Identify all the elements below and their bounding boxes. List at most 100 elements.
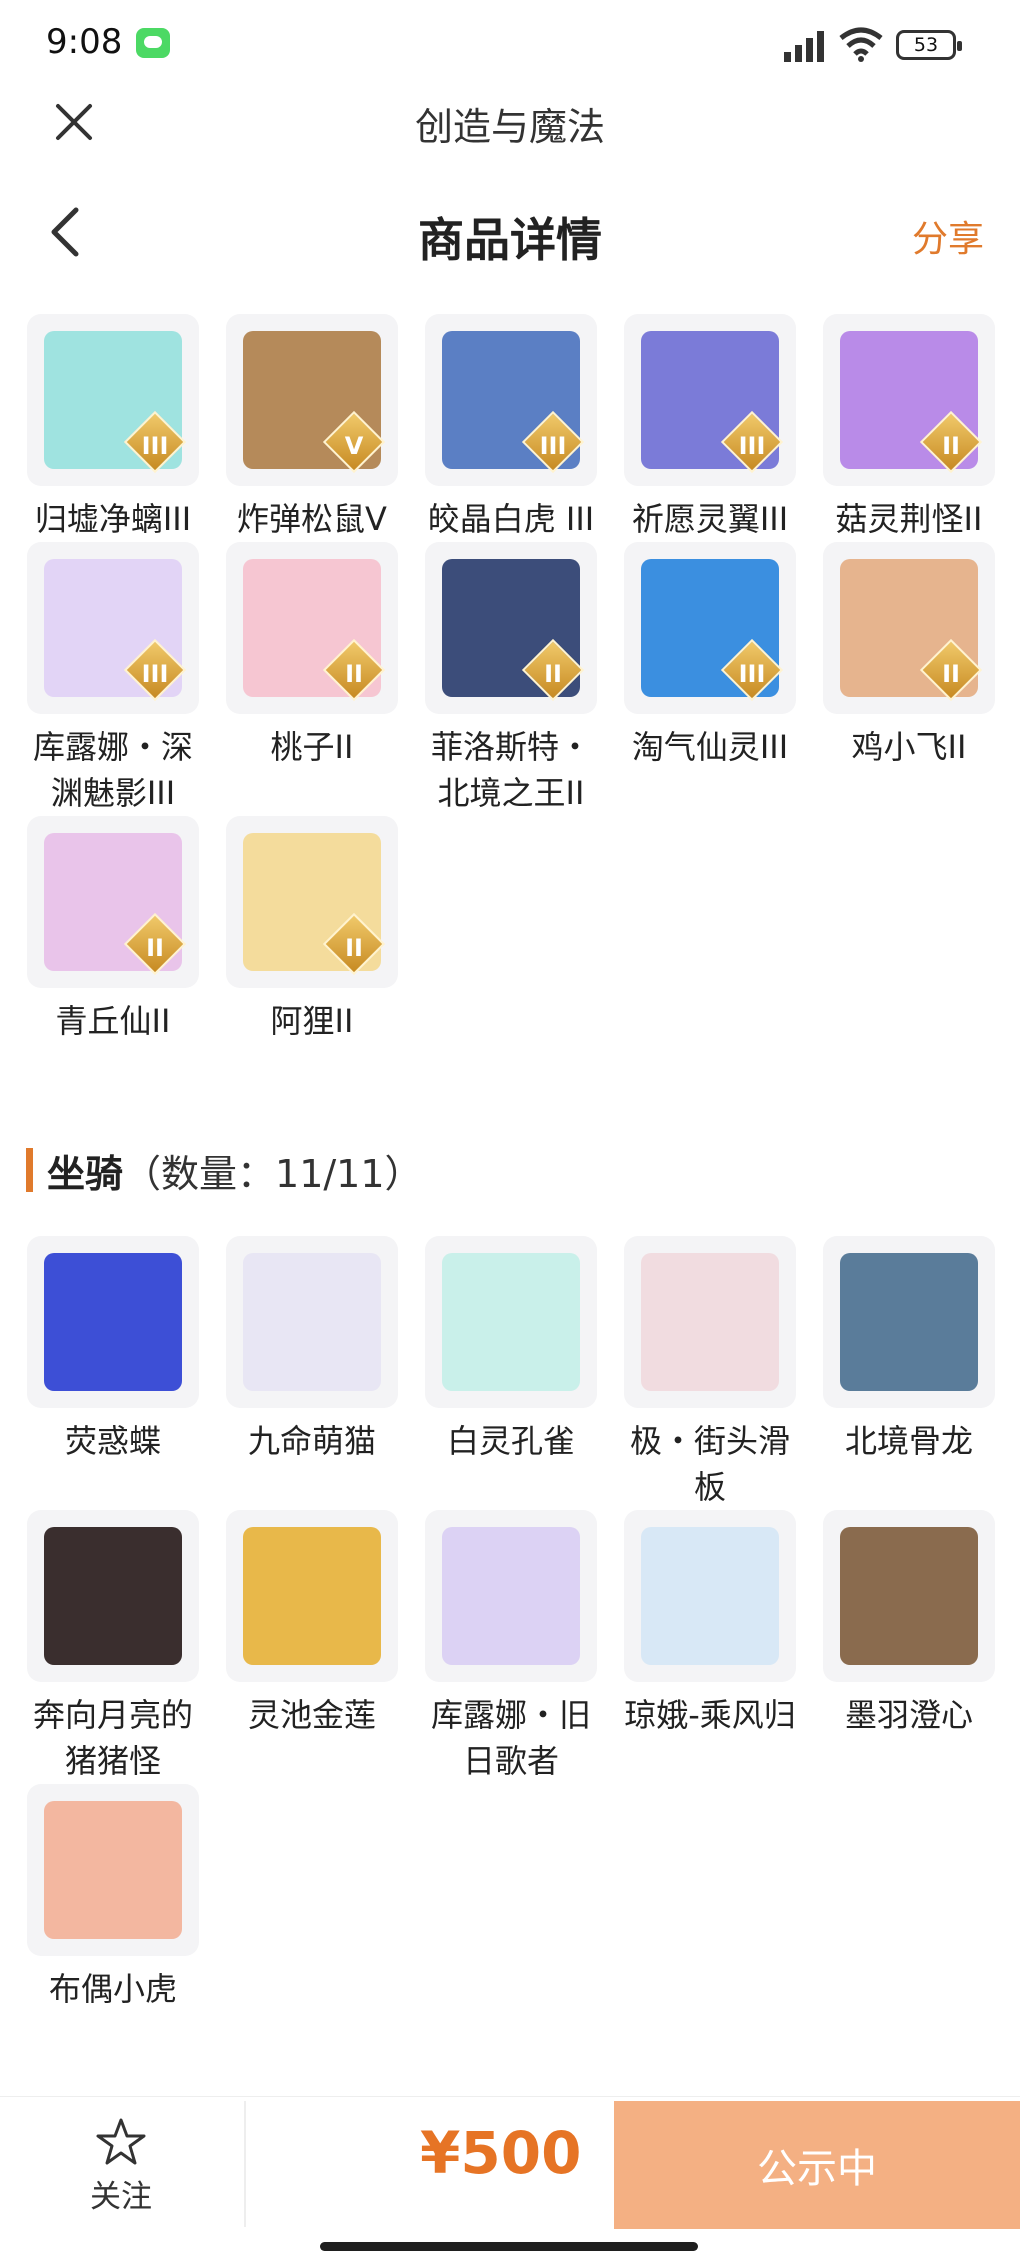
pet-item[interactable]: II 桃子II	[226, 542, 398, 816]
mount-item[interactable]: 极・街头滑板	[624, 1236, 796, 1510]
mount-thumbnail	[624, 1510, 796, 1682]
mount-name: 奔向月亮的猪猪怪	[32, 1696, 193, 1780]
rank-badge-text: II	[345, 660, 363, 688]
status-bar: 9:08 53	[0, 0, 1020, 88]
rank-badge-text: III	[141, 660, 169, 688]
mount-thumbnail	[425, 1510, 597, 1682]
pet-thumbnail: V	[226, 314, 398, 486]
rank-badge-text: II	[544, 660, 562, 688]
pet-item[interactable]: II 菲洛斯特・北境之王II	[425, 542, 597, 816]
pet-thumbnail: III	[27, 314, 199, 486]
star-icon	[96, 2118, 146, 2165]
pet-grid: III 归墟净螭III V 炸弹松鼠Ⅴ III 皎晶白虎 III III 祈愿灵…	[27, 314, 1007, 1044]
pet-thumbnail: II	[27, 816, 199, 988]
pet-thumbnail: III	[425, 314, 597, 486]
mount-image	[442, 1527, 580, 1665]
pet-thumbnail: II	[226, 542, 398, 714]
mount-item[interactable]: 九命萌猫	[226, 1236, 398, 1510]
mount-image	[641, 1527, 779, 1665]
mount-image	[243, 1527, 381, 1665]
price: ¥500	[420, 2119, 582, 2187]
mount-item[interactable]: 北境骨龙	[823, 1236, 995, 1510]
signal-icon	[784, 31, 824, 62]
app-title: 创造与魔法	[414, 105, 605, 149]
bottom-action-bar: 关注 ¥500 公示中	[0, 2096, 1020, 2229]
pet-thumbnail: II	[823, 542, 995, 714]
pet-thumbnail: II	[226, 816, 398, 988]
pet-thumbnail: II	[823, 314, 995, 486]
pet-name: 库露娜・深渊魅影III	[32, 728, 193, 812]
page-header: 商品详情 分享	[0, 190, 1020, 274]
mount-name: 布偶小虎	[48, 1970, 177, 2008]
follow-button[interactable]: 关注	[56, 2117, 186, 2216]
pet-name: 祈愿灵翼III	[631, 500, 789, 538]
pet-thumbnail: III	[624, 314, 796, 486]
follow-label: 关注	[90, 2179, 152, 2215]
mount-item[interactable]: 布偶小虎	[27, 1784, 199, 2012]
rank-badge-text: III	[738, 660, 766, 688]
pet-name: 阿狸II	[270, 1002, 354, 1040]
mount-thumbnail	[226, 1236, 398, 1408]
pet-item[interactable]: III 库露娜・深渊魅影III	[27, 542, 199, 816]
mount-name: 琼娥-乘风归	[624, 1696, 796, 1734]
mount-name: 极・街头滑板	[629, 1422, 790, 1506]
mount-image	[44, 1801, 182, 1939]
pet-item[interactable]: II 鸡小飞II	[823, 542, 995, 816]
mount-item[interactable]: 墨羽澄心	[823, 1510, 995, 1784]
app-bar: 创造与魔法	[0, 88, 1020, 150]
section-title: 坐骑	[47, 1151, 124, 1196]
mount-name: 荧惑蝶	[64, 1422, 161, 1460]
home-indicator	[320, 2242, 698, 2251]
mount-thumbnail	[27, 1510, 199, 1682]
mount-item[interactable]: 琼娥-乘风归	[624, 1510, 796, 1784]
mount-item[interactable]: 白灵孔雀	[425, 1236, 597, 1510]
pet-item[interactable]: III 归墟净螭III	[27, 314, 199, 542]
pet-item[interactable]: II 阿狸II	[226, 816, 398, 1044]
message-notification-icon	[136, 28, 170, 58]
pet-item[interactable]: V 炸弹松鼠Ⅴ	[226, 314, 398, 542]
divider	[244, 2101, 246, 2227]
mount-item[interactable]: 奔向月亮的猪猪怪	[27, 1510, 199, 1784]
status-time: 9:08	[46, 22, 123, 62]
pet-thumbnail: II	[425, 542, 597, 714]
mount-thumbnail	[27, 1784, 199, 1956]
pet-thumbnail: III	[27, 542, 199, 714]
mount-name: 库露娜・旧日歌者	[430, 1696, 591, 1780]
mount-image	[44, 1253, 182, 1391]
mounts-section-header: 坐骑 （数量：11/11）	[26, 1145, 423, 1196]
mount-image	[840, 1253, 978, 1391]
pet-item[interactable]: III 淘气仙灵III	[624, 542, 796, 816]
section-accent-bar	[26, 1148, 33, 1192]
pet-name: 青丘仙II	[55, 1002, 171, 1040]
mount-image	[243, 1253, 381, 1391]
mount-thumbnail	[27, 1236, 199, 1408]
pet-name: 菲洛斯特・北境之王II	[430, 728, 591, 812]
mount-item[interactable]: 灵池金莲	[226, 1510, 398, 1784]
pet-name: 鸡小飞II	[851, 728, 967, 766]
mount-image	[641, 1253, 779, 1391]
mount-item[interactable]: 荧惑蝶	[27, 1236, 199, 1510]
mount-name: 北境骨龙	[844, 1422, 973, 1460]
pet-item[interactable]: III 皎晶白虎 III	[425, 314, 597, 542]
pet-item[interactable]: II 菇灵荆怪II	[823, 314, 995, 542]
rank-badge-text: III	[738, 432, 766, 460]
rank-badge-text: II	[345, 934, 363, 962]
rank-badge-text: III	[539, 432, 567, 460]
rank-badge-text: V	[344, 432, 364, 460]
mount-name: 墨羽澄心	[844, 1696, 973, 1734]
share-button[interactable]: 分享	[912, 210, 984, 262]
page-title: 商品详情	[418, 213, 602, 267]
publicity-status-button[interactable]: 公示中	[614, 2101, 1020, 2229]
mount-thumbnail	[226, 1510, 398, 1682]
pet-item[interactable]: II 青丘仙II	[27, 816, 199, 1044]
pet-name: 桃子II	[270, 728, 354, 766]
mount-thumbnail	[624, 1236, 796, 1408]
pet-item[interactable]: III 祈愿灵翼III	[624, 314, 796, 542]
mount-thumbnail	[425, 1236, 597, 1408]
rank-badge-text: II	[942, 660, 960, 688]
pet-name: 淘气仙灵III	[631, 728, 789, 766]
mount-grid: 荧惑蝶 九命萌猫 白灵孔雀 极・街头滑板 北境骨龙 奔向月亮的猪猪怪 灵池金莲 …	[27, 1236, 1007, 2012]
rank-badge-text: II	[146, 934, 164, 962]
mount-image	[442, 1253, 580, 1391]
mount-item[interactable]: 库露娜・旧日歌者	[425, 1510, 597, 1784]
